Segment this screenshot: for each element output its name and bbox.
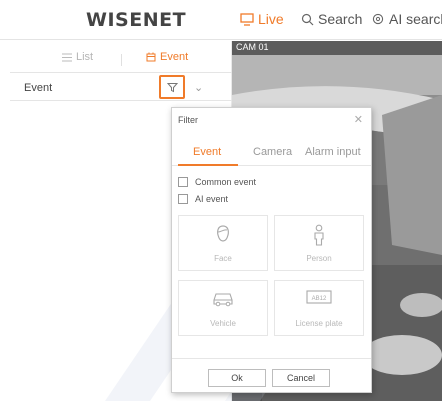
ok-button[interactable]: Ok	[208, 369, 266, 387]
vehicle-icon	[179, 289, 267, 311]
vehicle-label: Vehicle	[210, 319, 236, 328]
event-row-label: Event	[24, 82, 53, 94]
license-plate-label: License plate	[295, 319, 343, 328]
dialog-footer-divider	[172, 358, 371, 359]
event-icon	[146, 52, 156, 62]
dialog-tabs: Event Camera Alarm input	[172, 138, 371, 166]
ai-search-icon	[372, 13, 384, 24]
license-plate-text: AB12	[312, 296, 327, 302]
nav-search[interactable]: Search	[301, 11, 362, 27]
tab-divider	[121, 54, 122, 66]
tab-camera-filter[interactable]: Camera	[253, 146, 292, 158]
monitor-icon	[240, 12, 254, 26]
ai-type-license-plate[interactable]: AB12 License plate	[274, 280, 364, 336]
tab-list-label: List	[76, 51, 94, 63]
tab-list[interactable]: List	[62, 51, 93, 63]
camera-title: CAM 01	[236, 42, 269, 52]
event-filter-row: Event ⌄	[10, 75, 232, 101]
ai-type-vehicle[interactable]: Vehicle	[178, 280, 268, 336]
face-icon	[179, 224, 267, 246]
ai-event-label: AI event	[195, 194, 229, 204]
nav-ai-search-label: AI search	[389, 11, 442, 27]
license-plate-icon: AB12	[275, 289, 363, 311]
face-label: Face	[214, 254, 232, 263]
cancel-button[interactable]: Cancel	[272, 369, 330, 387]
tab-event-label: Event	[160, 51, 189, 63]
tab-event[interactable]: Event	[146, 51, 188, 63]
logo-text: WISENET	[86, 9, 187, 31]
chevron-down-icon[interactable]: ⌄	[194, 81, 203, 94]
nav-live-label: Live	[258, 11, 284, 27]
top-bar: WISENET Live Search AI search	[0, 0, 442, 40]
ai-type-person[interactable]: Person	[274, 215, 364, 271]
person-icon	[275, 224, 363, 246]
common-event-option[interactable]: Common event	[178, 177, 256, 187]
active-tab-indicator	[178, 164, 238, 166]
nav-live[interactable]: Live	[240, 11, 284, 27]
ai-event-option[interactable]: AI event	[178, 194, 228, 204]
camera-header: CAM 01	[232, 41, 442, 55]
filter-dialog: Filter ✕ Event Camera Alarm input Common…	[171, 107, 372, 393]
close-icon[interactable]: ✕	[354, 113, 363, 126]
dialog-title: Filter	[178, 115, 198, 125]
search-icon	[301, 13, 314, 25]
nav-ai-search[interactable]: AI search	[372, 11, 442, 27]
ai-event-checkbox[interactable]	[178, 194, 188, 204]
filter-button[interactable]	[159, 75, 185, 99]
list-icon	[62, 53, 72, 61]
person-label: Person	[306, 254, 332, 263]
common-event-label: Common event	[195, 177, 257, 187]
ai-type-face[interactable]: Face	[178, 215, 268, 271]
nav-search-label: Search	[318, 11, 363, 27]
tab-event-filter[interactable]: Event	[193, 146, 221, 158]
app-logo: WISENET	[86, 9, 186, 31]
common-event-checkbox[interactable]	[178, 177, 188, 187]
panel-tabs: List Event	[10, 47, 232, 73]
tab-alarm-input-filter[interactable]: Alarm input	[305, 146, 361, 158]
filter-icon	[166, 82, 178, 92]
